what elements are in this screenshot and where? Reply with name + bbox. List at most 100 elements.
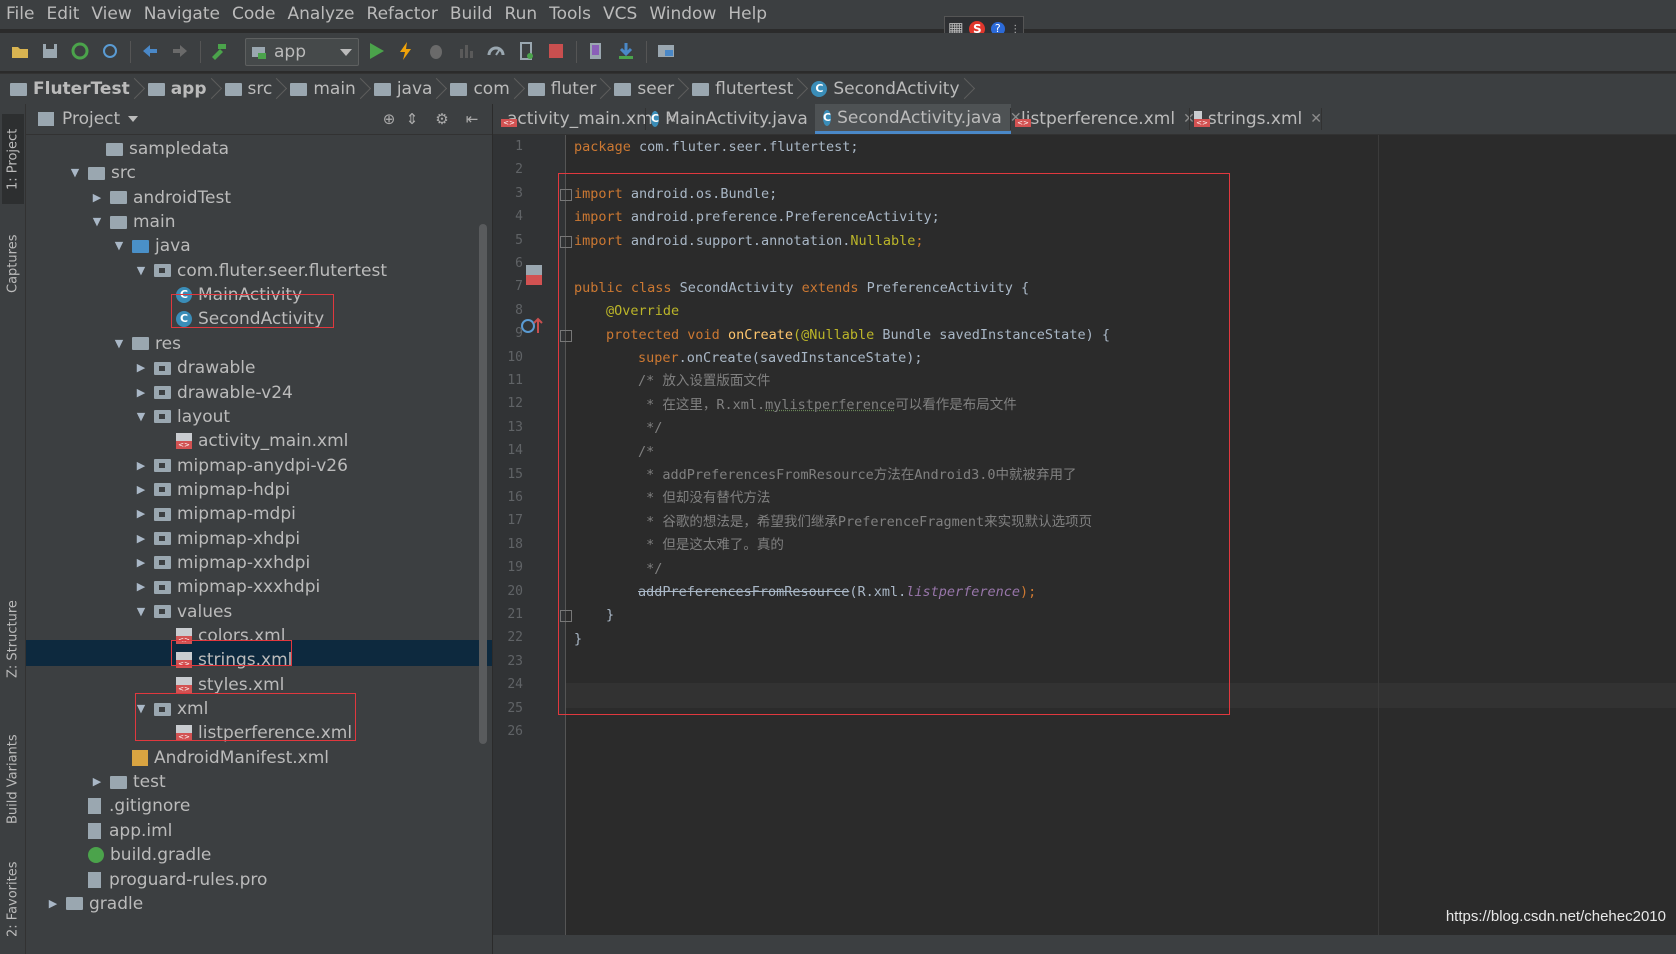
tree-item[interactable]: ▶ mipmap-hdpi <box>134 477 290 503</box>
editor-tab[interactable]: listperference.xml✕ <box>1007 104 1195 134</box>
collapsed-arrow-icon[interactable]: ▶ <box>134 355 148 381</box>
expanded-arrow-icon[interactable]: ▼ <box>134 258 148 284</box>
layout-file-icon[interactable] <box>523 263 545 287</box>
project-scrollbar[interactable] <box>479 224 487 744</box>
expanded-arrow-icon[interactable]: ▼ <box>112 233 126 259</box>
tree-item[interactable]: ▼ values <box>134 599 233 625</box>
collapsed-arrow-icon[interactable]: ▶ <box>134 574 148 600</box>
tree-item[interactable]: ▼ layout <box>134 404 230 430</box>
tree-item[interactable]: ▼ main <box>90 209 176 235</box>
tab-structure[interactable]: Z: Structure <box>2 589 24 689</box>
collapsed-arrow-icon[interactable]: ▶ <box>46 891 60 917</box>
breadcrumb-item[interactable]: C SecondActivity <box>801 74 967 104</box>
collapsed-arrow-icon[interactable]: ▶ <box>134 380 148 406</box>
editor-tab[interactable]: activity_main.xml ✕ <box>493 104 677 134</box>
collapsed-arrow-icon[interactable]: ▶ <box>134 550 148 576</box>
menu-edit[interactable]: Edit <box>40 0 85 29</box>
hammer-icon[interactable] <box>208 41 228 61</box>
tree-item[interactable]: ▶ test <box>90 769 166 795</box>
menu-code[interactable]: Code <box>226 0 282 29</box>
tree-item[interactable]: ▶ mipmap-mdpi <box>134 501 296 527</box>
collapsed-arrow-icon[interactable]: ▶ <box>134 477 148 503</box>
collapsed-arrow-icon[interactable]: ▶ <box>134 501 148 527</box>
run-configuration-select[interactable]: app <box>245 38 359 66</box>
menu-run[interactable]: Run <box>499 0 544 29</box>
breadcrumb-item[interactable]: com <box>440 74 517 104</box>
chevron-down-icon[interactable] <box>128 116 139 122</box>
back-arrow-icon[interactable] <box>140 41 160 61</box>
tree-item[interactable]: ▼ com.fluter.seer.flutertest <box>134 258 387 284</box>
menu-build[interactable]: Build <box>444 0 499 29</box>
tree-item[interactable]: proguard-rules.pro <box>68 867 267 893</box>
sync-icon[interactable] <box>70 41 90 61</box>
breadcrumb-item[interactable]: FluterTest <box>0 74 138 104</box>
collapsed-arrow-icon[interactable]: ▶ <box>90 185 104 211</box>
locate-icon[interactable]: ⊕ <box>381 111 397 127</box>
expanded-arrow-icon[interactable]: ▼ <box>90 209 104 235</box>
expanded-arrow-icon[interactable]: ▼ <box>68 160 82 186</box>
breadcrumb-item[interactable]: fluter <box>518 74 605 104</box>
expanded-arrow-icon[interactable]: ▼ <box>112 331 126 357</box>
menu-view[interactable]: View <box>85 0 137 29</box>
project-structure-icon[interactable] <box>656 41 676 61</box>
tree-item[interactable]: AndroidManifest.xml <box>112 745 329 771</box>
breadcrumb-item[interactable]: main <box>280 74 363 104</box>
refresh-icon[interactable] <box>100 41 120 61</box>
breadcrumb-item[interactable]: seer <box>604 74 682 104</box>
editor-tab[interactable]: strings.xml✕ <box>1186 104 1322 134</box>
menu-navigate[interactable]: Navigate <box>138 0 226 29</box>
run-icon[interactable] <box>366 41 386 61</box>
debug-icon[interactable] <box>426 41 446 61</box>
tree-item[interactable]: ▼ res <box>112 331 181 357</box>
expanded-arrow-icon[interactable]: ▼ <box>134 599 148 625</box>
tree-item[interactable]: app.iml <box>68 818 172 844</box>
apply-changes-icon[interactable] <box>396 41 416 61</box>
expanded-arrow-icon[interactable]: ▼ <box>134 404 148 430</box>
tab-build-variants[interactable]: Build Variants <box>2 724 24 834</box>
forward-arrow-icon[interactable] <box>170 41 190 61</box>
collapsed-arrow-icon[interactable]: ▶ <box>134 453 148 479</box>
tab-favorites[interactable]: 2: Favorites <box>2 854 24 944</box>
editor-tab[interactable]: C SecondActivity.java ✕ <box>815 104 1022 134</box>
menu-file[interactable]: File <box>0 0 40 29</box>
tree-item[interactable]: ▶ mipmap-anydpi-v26 <box>134 453 348 479</box>
menu-analyze[interactable]: Analyze <box>282 0 361 29</box>
override-method-icon[interactable] <box>519 315 545 339</box>
breadcrumb-item[interactable]: app <box>138 74 215 104</box>
tree-item[interactable]: sampledata <box>86 136 229 162</box>
collapsed-arrow-icon[interactable]: ▶ <box>134 526 148 552</box>
code-editor[interactable]: package com.fluter.seer.flutertest; impo… <box>558 135 1676 935</box>
tree-item[interactable]: .gitignore <box>68 793 190 819</box>
device-icon[interactable] <box>516 41 536 61</box>
tree-item[interactable]: ▶ drawable <box>134 355 256 381</box>
tab-project[interactable]: 1: Project <box>2 114 24 204</box>
hide-panel-icon[interactable]: ⇤ <box>464 111 480 127</box>
tree-item[interactable]: ▶ drawable-v24 <box>134 380 293 406</box>
menu-tools[interactable]: Tools <box>543 0 597 29</box>
profile-icon[interactable] <box>456 41 476 61</box>
breadcrumb-item[interactable]: flutertest <box>682 74 801 104</box>
tree-item[interactable]: ▶ androidTest <box>90 185 231 211</box>
menu-vcs[interactable]: VCS <box>597 0 643 29</box>
tree-item[interactable]: build.gradle <box>68 842 211 868</box>
collapse-all-icon[interactable]: ⇕ <box>404 111 420 127</box>
collapsed-arrow-icon[interactable]: ▶ <box>90 769 104 795</box>
editor-tab[interactable]: CMainActivity.java✕ <box>643 104 828 134</box>
stop-icon[interactable] <box>546 41 566 61</box>
open-folder-icon[interactable] <box>10 41 30 61</box>
sdk-manager-icon[interactable] <box>616 41 636 61</box>
tree-item[interactable]: ▶ mipmap-xhdpi <box>134 526 300 552</box>
breadcrumb-item[interactable]: src <box>215 74 281 104</box>
breadcrumb-item[interactable]: java <box>364 74 441 104</box>
avd-manager-icon[interactable] <box>586 41 606 61</box>
tree-item[interactable]: ▶ mipmap-xxxhdpi <box>134 574 320 600</box>
tree-item[interactable]: ▼ java <box>112 233 191 259</box>
gear-icon[interactable]: ⚙ <box>434 111 450 127</box>
tree-item[interactable]: ▼ src <box>68 160 136 186</box>
attach-debugger-icon[interactable] <box>486 41 506 61</box>
tree-item[interactable]: activity_main.xml <box>156 428 348 454</box>
project-view-title[interactable]: Project <box>62 109 120 129</box>
tree-item[interactable]: ▶ gradle <box>46 891 143 917</box>
tab-captures[interactable]: Captures <box>2 224 24 304</box>
save-icon[interactable] <box>40 41 60 61</box>
